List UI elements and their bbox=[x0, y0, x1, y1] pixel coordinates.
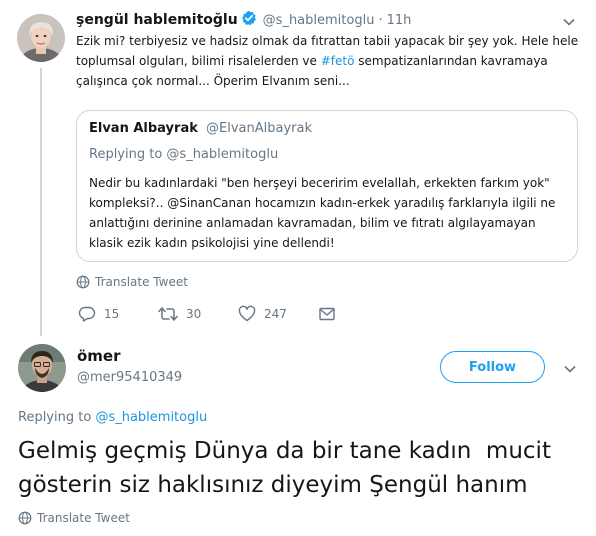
reply-icon bbox=[78, 306, 96, 322]
quoted-text: Nedir bu kadınlardaki "ben herşeyi becer… bbox=[89, 173, 569, 253]
replying-handle-link[interactable]: @s_hablemitoglu bbox=[95, 410, 207, 425]
replying-label: Replying to bbox=[18, 410, 96, 425]
chevron-down-icon[interactable] bbox=[563, 361, 577, 380]
quoted-tweet-card[interactable]: Elvan Albayrak @ElvanAlbayrak Replying t… bbox=[76, 110, 578, 262]
hashtag-link[interactable]: #fetö bbox=[321, 54, 355, 68]
tweet-text-line: çalışınca çok normal... Öperim Elvanım s… bbox=[76, 74, 350, 88]
reply-button[interactable]: 15 bbox=[78, 305, 119, 323]
tweet-text-line: Gelmiş geçmiş Dünya da bir tane kadın mu… bbox=[18, 438, 551, 464]
replying-to: Replying to @s_hablemitoglu bbox=[18, 410, 207, 425]
quoted-text-line: kompleksi?.. @SinanCanan hocamızın kadın… bbox=[89, 196, 556, 210]
translate-tweet-link[interactable]: Translate Tweet bbox=[18, 511, 130, 525]
quoted-text-line: Nedir bu kadınlardaki "ben herşeyi becer… bbox=[89, 176, 550, 190]
quoted-author-name: Elvan Albayrak bbox=[89, 121, 198, 136]
avatar-sengul[interactable] bbox=[17, 14, 65, 62]
translate-label: Translate Tweet bbox=[37, 511, 130, 525]
direct-message-button[interactable] bbox=[318, 305, 344, 323]
like-count: 247 bbox=[264, 307, 287, 321]
quoted-text-line: anlattığını derinine anlamadan kavramada… bbox=[89, 216, 536, 230]
tweet-header: şengül hablemitoğlu @s_hablemitoglu · 11… bbox=[76, 10, 411, 30]
verified-badge-icon bbox=[241, 10, 257, 30]
translate-tweet-link[interactable]: Translate Tweet bbox=[76, 275, 188, 289]
quoted-replying-to: Replying to @s_hablemitoglu bbox=[89, 147, 279, 162]
heart-icon bbox=[238, 305, 256, 322]
quoted-header: Elvan Albayrak @ElvanAlbayrak bbox=[89, 121, 312, 136]
author-handle[interactable]: @s_hablemitoglu bbox=[263, 13, 375, 28]
tweet-text-segment: sempatizanlarından kavramaya bbox=[354, 54, 548, 68]
author-handle[interactable]: @mer95410349 bbox=[77, 370, 182, 385]
tweet-time[interactable]: 11h bbox=[387, 13, 412, 28]
retweet-icon bbox=[158, 307, 178, 321]
tweet-text: Gelmiş geçmiş Dünya da bir tane kadın mu… bbox=[18, 434, 588, 502]
globe-icon bbox=[76, 275, 90, 289]
globe-icon bbox=[18, 511, 32, 525]
author-name[interactable]: ömer bbox=[77, 347, 121, 365]
tweet-text-line: Ezik mi? terbiyesiz ve hadsiz olmak da f… bbox=[76, 34, 579, 48]
like-button[interactable]: 247 bbox=[238, 305, 287, 323]
reply-count: 15 bbox=[104, 307, 120, 321]
tweet-text-line: toplumsal olguları, bilimi risalelerden … bbox=[76, 51, 586, 71]
tweet-text-segment: toplumsal olguları, bilimi risalelerden … bbox=[76, 54, 321, 68]
tweet-text-line: gösterin siz haklısınız diyeyim Şengül h… bbox=[18, 472, 528, 498]
retweet-count: 30 bbox=[186, 307, 202, 321]
translate-label: Translate Tweet bbox=[95, 275, 188, 289]
thread-line bbox=[40, 68, 42, 336]
tweet-text: Ezik mi? terbiyesiz ve hadsiz olmak da f… bbox=[76, 31, 586, 91]
author-name[interactable]: şengül hablemitoğlu bbox=[76, 12, 238, 28]
follow-button[interactable]: Follow bbox=[440, 351, 545, 383]
dot-separator: · bbox=[378, 12, 383, 28]
quoted-text-line: klasik ezik kadın psikolojisi yine delle… bbox=[89, 236, 335, 250]
quoted-author-handle: @ElvanAlbayrak bbox=[206, 121, 312, 136]
envelope-icon bbox=[319, 307, 335, 321]
retweet-button[interactable]: 30 bbox=[158, 305, 201, 323]
avatar-omer[interactable] bbox=[18, 344, 66, 392]
